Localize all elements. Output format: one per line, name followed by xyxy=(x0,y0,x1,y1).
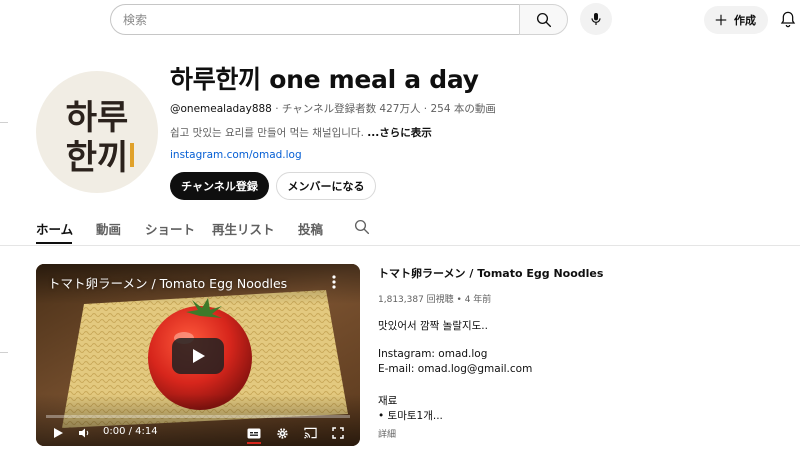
channel-handle: @onemealaday888 xyxy=(170,103,272,115)
tab-shorts[interactable]: ショート xyxy=(145,219,195,238)
volume-control[interactable] xyxy=(76,425,92,441)
subscribe-button[interactable]: チャンネル登録 xyxy=(170,172,269,200)
tab-posts[interactable]: 投稿 xyxy=(298,219,323,238)
video-description-line: • 토마토1개... xyxy=(378,410,443,422)
video-details-link[interactable]: 詳細 xyxy=(378,427,396,440)
featured-video-title[interactable]: トマト卵ラーメン / Tomato Egg Noodles xyxy=(378,265,603,281)
search-input[interactable] xyxy=(111,5,491,34)
video-description-line: 재료 xyxy=(378,395,398,407)
show-more-link[interactable]: ...さらに表示 xyxy=(367,127,431,139)
active-tab-indicator xyxy=(36,242,72,244)
captions-icon xyxy=(247,428,261,438)
search-icon xyxy=(536,12,551,27)
cast-icon xyxy=(303,427,317,439)
tab-home[interactable]: ホーム xyxy=(36,219,73,238)
channel-avatar[interactable]: 하루 한끼 xyxy=(36,71,158,193)
video-player[interactable]: トマト卵ラーメン / Tomato Egg Noodles 0:00 / 4:1… xyxy=(36,264,360,446)
tab-playlists[interactable]: 再生リスト xyxy=(212,219,275,238)
play-icon xyxy=(193,349,205,363)
channel-logo: 하루 한끼 xyxy=(66,98,134,178)
channel-description-text: 쉽고 맛있는 요리를 만들어 먹는 채널입니다. xyxy=(170,127,368,139)
gear-icon xyxy=(276,427,288,439)
channel-meta: @onemealaday888 · チャンネル登録者数 427万人 · 254 … xyxy=(170,101,496,116)
play-control[interactable] xyxy=(50,425,66,441)
player-controls: 0:00 / 4:14 xyxy=(36,420,360,446)
avatar-text-line1: 하루 xyxy=(66,98,129,138)
microphone-icon xyxy=(591,13,601,25)
captions-control[interactable] xyxy=(246,425,262,444)
cast-control[interactable] xyxy=(302,425,318,441)
create-button[interactable]: 作成 xyxy=(704,6,768,34)
large-play-button[interactable] xyxy=(172,338,224,374)
channel-stats: · チャンネル登録者数 427万人 · 254 本の動画 xyxy=(271,103,496,115)
time-display: 0:00 / 4:14 xyxy=(103,426,158,437)
player-overlay-title[interactable]: トマト卵ラーメン / Tomato Egg Noodles xyxy=(48,273,287,292)
video-description-line: E-mail: omad.log@gmail.com xyxy=(378,363,533,375)
channel-tabs: ホーム 動画 ショート 再生リスト 投稿 xyxy=(0,208,800,246)
avatar-chopsticks xyxy=(130,143,134,167)
channel-external-link[interactable]: instagram.com/omad.log xyxy=(170,149,302,161)
captions-active-indicator xyxy=(247,442,261,444)
fullscreen-control[interactable] xyxy=(330,425,346,441)
join-membership-button[interactable]: メンバーになる xyxy=(276,172,376,200)
progress-bar[interactable] xyxy=(46,415,350,418)
video-description-line: 맛있어서 깜짝 놀랄지도.. xyxy=(378,320,488,332)
channel-description[interactable]: 쉽고 맛있는 요리를 만들어 먹는 채널입니다. ...さらに表示 xyxy=(170,125,432,140)
create-label: 作成 xyxy=(734,14,756,27)
search-box[interactable] xyxy=(110,4,520,35)
fullscreen-icon xyxy=(332,427,344,439)
edge-divider xyxy=(0,122,8,123)
channel-search-icon[interactable] xyxy=(353,218,371,236)
play-icon xyxy=(54,428,63,438)
search-button[interactable] xyxy=(519,4,568,35)
notifications-button[interactable] xyxy=(776,7,800,31)
plus-icon xyxy=(715,14,727,26)
video-description-line: Instagram: omad.log xyxy=(378,348,488,360)
voice-search-button[interactable] xyxy=(580,3,612,35)
settings-control[interactable] xyxy=(274,425,290,441)
featured-video-stats: 1,813,387 回視聴 • 4 年前 xyxy=(378,295,492,305)
edge-divider xyxy=(0,352,8,353)
bell-icon xyxy=(780,11,796,28)
top-bar: 作成 xyxy=(0,0,800,40)
avatar-text-line2: 한끼 xyxy=(66,138,129,178)
channel-title: 하루한끼 one meal a day xyxy=(170,65,479,94)
tab-videos[interactable]: 動画 xyxy=(96,219,121,238)
more-vert-icon[interactable] xyxy=(328,274,340,290)
volume-icon xyxy=(79,428,89,438)
